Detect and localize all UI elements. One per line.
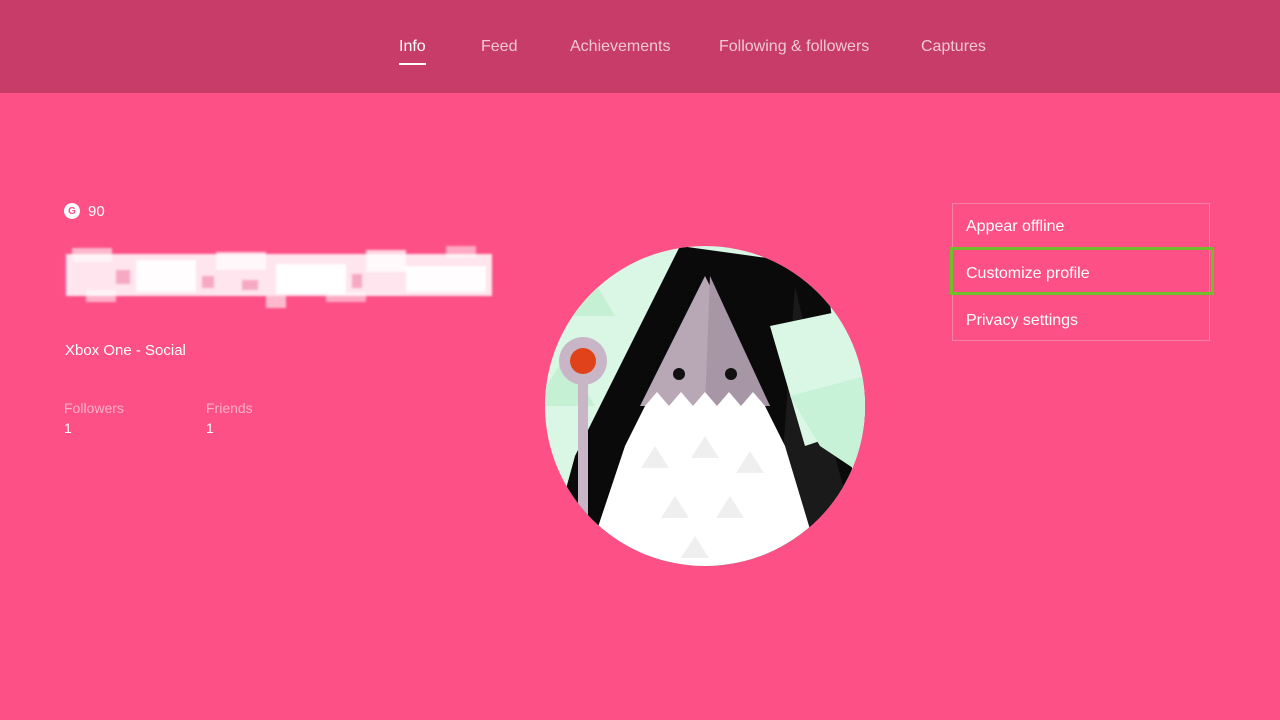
followers-label: Followers (64, 400, 124, 416)
presence-status: Xbox One - Social (65, 342, 186, 359)
gamertag-redacted (66, 246, 492, 308)
active-tab-underline (399, 63, 426, 65)
tab-achievements[interactable]: Achievements (570, 38, 671, 56)
tab-feed-label: Feed (481, 38, 518, 55)
wizard-avatar-image (545, 246, 865, 566)
tab-info-label: Info (399, 38, 426, 55)
tab-feed[interactable]: Feed (481, 38, 517, 56)
followers-stat[interactable]: Followers 1 (64, 400, 124, 436)
gamerscore: G 90 (64, 202, 105, 220)
friends-stat[interactable]: Friends 1 (206, 400, 253, 436)
appear-offline-button[interactable]: Appear offline (966, 218, 1064, 236)
gamerscore-g-icon: G (64, 203, 80, 219)
tab-following-followers[interactable]: Following & followers (719, 38, 869, 56)
tab-following-followers-label: Following & followers (719, 38, 870, 55)
friends-label: Friends (206, 400, 253, 416)
customize-profile-highlight (950, 247, 1214, 295)
tab-captures-label: Captures (921, 38, 986, 55)
gamerscore-value: 90 (88, 202, 105, 220)
tab-captures[interactable]: Captures (921, 38, 986, 56)
friends-count: 1 (206, 420, 214, 436)
privacy-settings-button[interactable]: Privacy settings (966, 312, 1078, 330)
tab-info[interactable]: Info (399, 38, 426, 65)
profile-tabs: Info Feed Achievements Following & follo… (0, 0, 1280, 93)
followers-count: 1 (64, 420, 72, 436)
tab-achievements-label: Achievements (570, 38, 671, 55)
